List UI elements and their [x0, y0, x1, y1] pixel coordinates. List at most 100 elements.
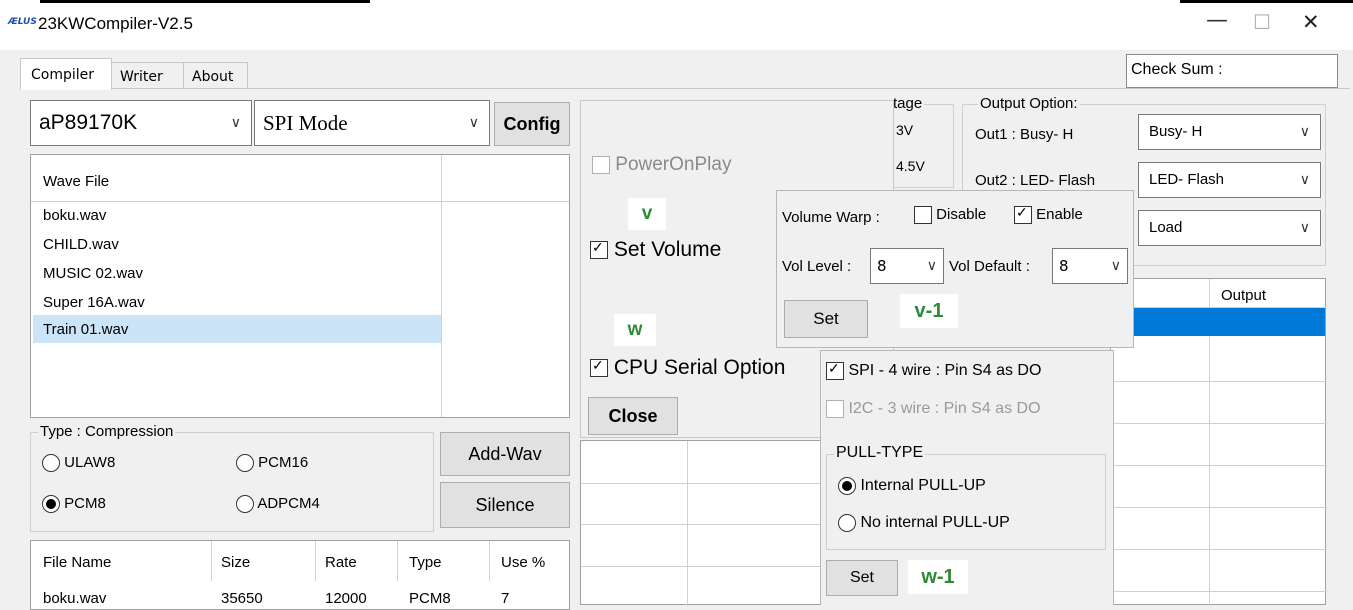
grid-row [1111, 549, 1327, 550]
set-pull-button[interactable]: Set [826, 560, 898, 596]
add-wav-button[interactable]: Add-Wav [440, 432, 570, 476]
checkbox-box [592, 155, 610, 174]
spi-4wire-checkbox[interactable]: SPI - 4 wire : Pin S4 as DO [826, 360, 1042, 380]
chevron-down-icon: ∨ [1299, 124, 1310, 140]
file-table: File Name Size Rate Type Use % boku.wav … [30, 540, 570, 610]
annotation-w1: w-1 [908, 560, 968, 594]
minimize-icon[interactable]: — [1206, 8, 1228, 33]
cpu-serial-checkbox[interactable]: CPU Serial Option [590, 356, 785, 380]
vol-default-select[interactable]: 8 ∨ [1052, 248, 1128, 284]
chevron-down-icon: ∨ [468, 115, 479, 131]
checkbox-box-checked [1014, 204, 1032, 225]
out1-select[interactable]: Busy- H ∨ [1138, 114, 1321, 150]
mode-select[interactable]: SPI Mode ∨ [254, 100, 490, 146]
radio-pcm8-label: PCM8 [64, 495, 106, 512]
set-volume-button[interactable]: Set [784, 300, 868, 338]
grid-row [1111, 465, 1327, 466]
grid-row [1111, 423, 1327, 424]
tab-writer[interactable]: Writer [112, 62, 184, 89]
radio-circle-selected [42, 495, 60, 514]
vol-level-value: 8 [877, 257, 887, 275]
list-item[interactable]: MUSIC 02.wav [43, 265, 143, 282]
wave-list-header: Wave File [43, 173, 110, 190]
grid-row [1111, 507, 1327, 508]
wave-list-divider [441, 155, 442, 417]
radio-internal-pullup-label: Internal PULL-UP [860, 477, 986, 495]
title-bar-edge [40, 0, 370, 3]
vol-level-select[interactable]: 8 ∨ [870, 248, 944, 284]
col-divider [397, 541, 398, 581]
set-volume-label: Set Volume [613, 238, 722, 261]
voltage-45v[interactable]: 4.5V [896, 158, 925, 174]
radio-circle [42, 454, 60, 473]
vol-default-value: 8 [1059, 257, 1069, 275]
list-item[interactable]: CHILD.wav [43, 236, 119, 253]
chevron-down-icon: ∨ [230, 115, 241, 131]
load-select[interactable]: Load ∨ [1138, 210, 1321, 246]
power-on-play-checkbox[interactable]: PowerOnPlay [592, 154, 731, 176]
volume-warp-label: Volume Warp : [782, 209, 880, 226]
i2c-3wire-checkbox[interactable]: I2C - 3 wire : Pin S4 as DO [826, 400, 1041, 418]
radio-ulaw8-label: ULAW8 [64, 454, 116, 471]
checkbox-box-checked [590, 239, 608, 260]
list-item-selected[interactable]: Train 01.wav [33, 315, 441, 343]
tab-compiler-label: Compiler [31, 67, 95, 83]
chip-value: aP89170K [39, 111, 138, 134]
list-item-label: Train 01.wav [43, 321, 129, 338]
vol-default-label: Vol Default : [949, 258, 1030, 275]
radio-circle [236, 454, 254, 473]
radio-circle [236, 495, 254, 514]
col-divider [489, 541, 490, 581]
chevron-down-icon: ∨ [1299, 220, 1310, 236]
chevron-down-icon: ∨ [1110, 258, 1121, 274]
radio-pcm8[interactable]: PCM8 [42, 495, 106, 514]
compression-legend: Type : Compression [38, 423, 176, 440]
set-volume-checkbox[interactable]: Set Volume [590, 238, 721, 262]
load-value: Load [1149, 219, 1183, 236]
config-button[interactable]: Config [494, 102, 570, 146]
pull-type-group [826, 454, 1106, 550]
spi-4wire-label: SPI - 4 wire : Pin S4 as DO [848, 362, 1042, 380]
table-row-selected[interactable] [1111, 308, 1325, 336]
out2-select[interactable]: LED- Flash ∨ [1138, 162, 1321, 198]
list-item[interactable]: boku.wav [43, 207, 106, 224]
maximize-icon[interactable]: ☐ [1253, 10, 1271, 34]
radio-adpcm4[interactable]: ADPCM4 [236, 495, 320, 514]
radio-no-internal-pullup[interactable]: No internal PULL-UP [838, 514, 1010, 532]
annotation-v1: v-1 [900, 294, 958, 328]
tab-about-label: About [192, 69, 234, 85]
checksum-field: Check Sum : [1126, 54, 1338, 88]
background-grid-left [580, 440, 831, 606]
i2c-3wire-label: I2C - 3 wire : Pin S4 as DO [848, 400, 1041, 418]
wave-list[interactable]: Wave File boku.wav CHILD.wav MUSIC 02.wa… [30, 154, 570, 418]
out2-label: Out2 : LED- Flash [975, 172, 1096, 189]
pull-type-legend: PULL-TYPE [834, 444, 926, 462]
voltage-group [888, 104, 954, 188]
chip-select[interactable]: aP89170K ∨ [30, 100, 252, 146]
tab-about[interactable]: About [184, 62, 248, 89]
radio-no-internal-pullup-label: No internal PULL-UP [860, 514, 1010, 532]
close-button[interactable]: Close [588, 397, 678, 435]
close-window-icon[interactable]: ✕ [1302, 10, 1320, 34]
grid-row [581, 566, 831, 567]
table-cell: 7 [501, 590, 510, 607]
compression-group [30, 432, 434, 532]
out2-value: LED- Flash [1149, 171, 1225, 188]
volume-warp-enable-checkbox[interactable]: Enable [1014, 204, 1083, 225]
radio-internal-pullup[interactable]: Internal PULL-UP [838, 477, 986, 495]
checkbox-box-checked [590, 357, 608, 378]
checkbox-box [914, 206, 932, 225]
silence-button[interactable]: Silence [440, 482, 570, 528]
radio-pcm16[interactable]: PCM16 [236, 454, 308, 473]
volume-warp-disable-checkbox[interactable]: Disable [914, 206, 986, 225]
table-cell: PCM8 [409, 590, 451, 607]
voltage-3v[interactable]: 3V [896, 122, 913, 138]
tab-writer-label: Writer [120, 69, 163, 85]
checksum-label: Check Sum : [1131, 61, 1223, 78]
tab-compiler[interactable]: Compiler [20, 58, 112, 90]
radio-ulaw8[interactable]: ULAW8 [42, 454, 116, 473]
annotation-w: w [614, 314, 656, 346]
file-table-header: Type [409, 554, 442, 571]
file-table-header: Rate [325, 554, 357, 571]
list-item[interactable]: Super 16A.wav [43, 294, 145, 311]
